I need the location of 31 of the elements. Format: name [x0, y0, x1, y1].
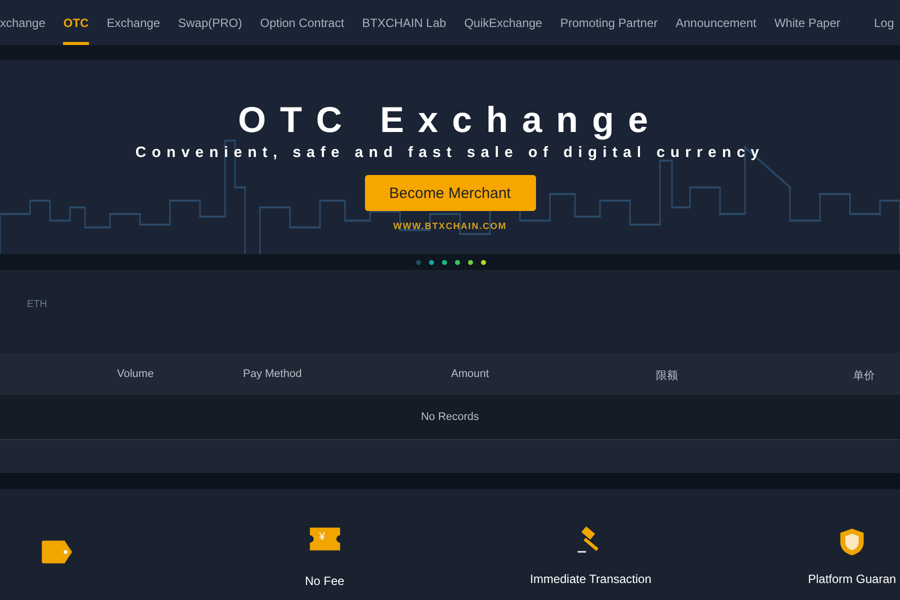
become-merchant-button[interactable]: Become Merchant — [364, 175, 536, 211]
login-link[interactable]: Log — [874, 16, 894, 30]
site-url: WWW.BTXCHAIN.COM — [393, 221, 507, 231]
nav-tab[interactable]: QuikExchange — [464, 0, 542, 45]
carousel-dot[interactable] — [455, 260, 460, 264]
nav-tab[interactable]: BTXCHAIN Lab — [362, 0, 446, 45]
carousel-dot[interactable] — [442, 260, 447, 264]
column-header: 单价 — [853, 369, 875, 383]
column-header: Volume — [117, 368, 154, 380]
nav-tab[interactable]: Promoting Partner — [560, 0, 658, 45]
feature-label: Immediate Transaction — [530, 572, 652, 586]
feature-label: Platform Guaran — [808, 572, 896, 586]
yen-symbol: ¥ — [318, 530, 326, 544]
hero-title: OTC Exchange — [238, 98, 662, 142]
empty-message: No Records — [420, 411, 480, 423]
nav-tab[interactable]: Announcement — [676, 0, 756, 45]
column-header: Amount — [451, 368, 489, 380]
column-header: Pay Method — [243, 368, 302, 380]
nav-tab[interactable]: xchange — [0, 0, 46, 45]
carousel-dot[interactable] — [481, 260, 486, 264]
feature-label: No Fee — [305, 574, 344, 588]
column-header: 限额 — [656, 368, 678, 383]
carousel-dot[interactable] — [429, 260, 434, 264]
carousel-dot[interactable] — [416, 260, 421, 264]
nav-tab[interactable]: White Paper — [774, 0, 840, 45]
carousel-dot[interactable] — [468, 260, 473, 264]
nav-tab[interactable]: Swap(PRO) — [178, 0, 242, 45]
hero-subtitle: Convenient, safe and fast sale of digital currency — [135, 144, 765, 161]
coin-tab[interactable]: ETH — [27, 299, 47, 310]
nav-tab[interactable]: Exchange — [106, 0, 160, 45]
nav-tab[interactable]: Option Contract — [260, 0, 344, 45]
